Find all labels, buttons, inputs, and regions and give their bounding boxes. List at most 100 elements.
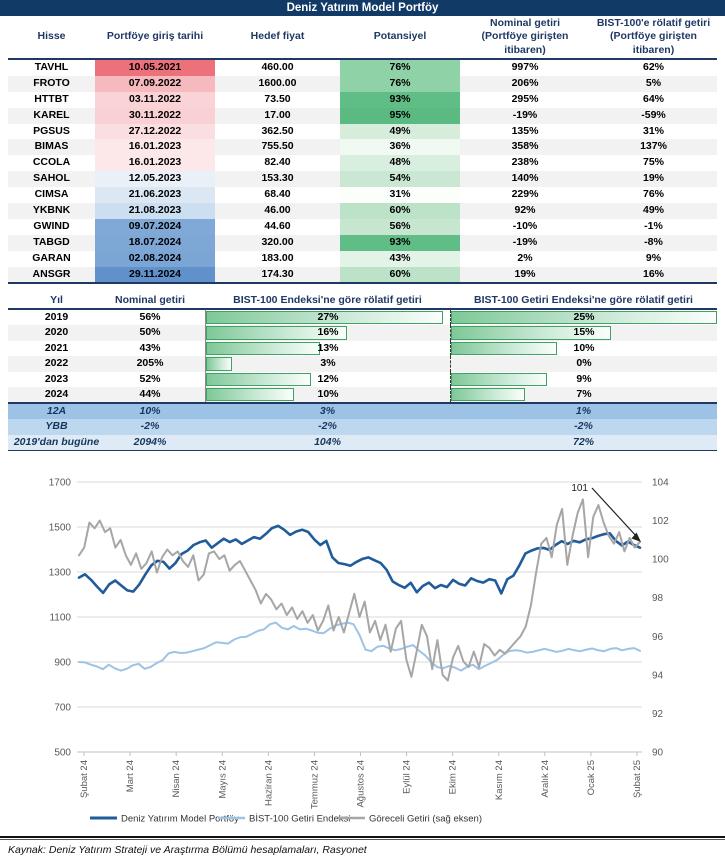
databar-cell-endeks: 27% [205, 310, 450, 326]
cell-nominal-getiri: 997% [460, 60, 590, 76]
cell-yil: 2023 [8, 371, 105, 387]
cell-nominal-getiri: 2% [460, 250, 590, 267]
summary-label: 12A [8, 404, 105, 420]
cell-hedef-fiyat: 755.50 [215, 139, 340, 156]
cell-bist-rolatif: -59% [590, 107, 717, 124]
summary-nominal: 2094% [105, 434, 195, 451]
report-title: Deniz Yatırım Model Portföy [0, 0, 725, 16]
cell-bist-rolatif: 76% [590, 187, 717, 204]
cell-bist-rolatif: -8% [590, 234, 717, 251]
databar-value: 25% [573, 311, 595, 323]
summary-spacer [195, 404, 205, 420]
databar-value: 10% [573, 341, 595, 354]
left-axis-tick-label: 1500 [49, 523, 72, 534]
right-axis-tick-label: 96 [652, 632, 664, 643]
cell-nominal: 52% [105, 371, 195, 387]
summary-endeks: 3% [205, 404, 450, 420]
cell-nominal-getiri: 206% [460, 75, 590, 92]
col-header-yil: Yıl [50, 294, 63, 306]
legend-label-1: BİST-100 Getiri Endeksi [249, 814, 350, 825]
cell-spacer [195, 386, 205, 403]
databar-cell-endeks: 16% [205, 325, 450, 341]
cell-hedef-fiyat: 174.30 [215, 266, 340, 283]
databar-cell-getiri-endeks: 7% [450, 386, 717, 403]
cell-hisse: CIMSA [8, 187, 95, 204]
databar-cell-getiri-endeks: 9% [450, 371, 717, 387]
cell-potansiyel: 36% [340, 139, 460, 156]
right-axis-tick-label: 100 [652, 555, 669, 566]
databar-value: 0% [576, 357, 592, 370]
cell-nominal: 56% [105, 310, 195, 326]
cell-potansiyel: 76% [340, 60, 460, 76]
cell-hisse: GARAN [8, 250, 95, 267]
cell-potansiyel: 60% [340, 203, 460, 219]
annotation-arrowhead [631, 532, 641, 542]
summary-spacer [195, 419, 205, 435]
x-axis-month-label: Temmuz 24 [309, 760, 320, 809]
summary-label: 2019'dan bugüne [8, 434, 105, 451]
cell-potansiyel: 43% [340, 250, 460, 267]
databar-value: 7% [576, 387, 592, 400]
databar-cell-endeks: 3% [205, 356, 450, 372]
cell-bist-rolatif: 19% [590, 171, 717, 188]
right-axis-tick-label: 98 [652, 593, 664, 604]
databar-cell-getiri-endeks: 25% [450, 310, 717, 326]
x-axis-month-label: Kasım 24 [494, 760, 505, 800]
column-header-2: Hedef fiyat [250, 30, 305, 43]
cell-giris-tarihi: 29.11.2024 [95, 266, 215, 283]
cell-potansiyel: 56% [340, 218, 460, 235]
cell-hedef-fiyat: 73.50 [215, 91, 340, 108]
cell-giris-tarihi: 21.08.2023 [95, 203, 215, 219]
cell-hisse: GWIND [8, 218, 95, 235]
footer: Kaynak: Deniz Yatırım Strateji ve Araştı… [0, 836, 725, 856]
cell-nominal: 50% [105, 325, 195, 341]
cell-hisse: CCOLA [8, 155, 95, 172]
databar-value: 15% [573, 326, 595, 339]
x-axis-month-label: Mart 24 [125, 760, 136, 792]
databar-cell-endeks: 13% [205, 340, 450, 357]
cell-nominal-getiri: -19% [460, 107, 590, 124]
column-header-3: Potansiyel [373, 30, 427, 43]
cell-giris-tarihi: 12.05.2023 [95, 171, 215, 188]
cell-giris-tarihi: 07.09.2022 [95, 75, 215, 92]
cell-potansiyel: 54% [340, 171, 460, 188]
left-axis-tick-label: 500 [54, 748, 71, 759]
cell-bist-rolatif: 64% [590, 91, 717, 108]
cell-yil: 2020 [8, 325, 105, 341]
cell-giris-tarihi: 16.01.2023 [95, 155, 215, 172]
cell-spacer [195, 371, 205, 387]
cell-hisse: SAHOL [8, 171, 95, 188]
x-axis-month-label: Aralık 24 [540, 760, 551, 798]
x-axis-month-label: Ekim 24 [448, 760, 459, 794]
cell-hedef-fiyat: 46.00 [215, 203, 340, 219]
x-axis-month-label: Şubat 25 [632, 760, 643, 798]
cell-nominal-getiri: 229% [460, 187, 590, 204]
cell-yil: 2019 [8, 310, 105, 326]
cell-nominal-getiri: 135% [460, 123, 590, 140]
cell-spacer [195, 325, 205, 341]
cell-bist-rolatif: 31% [590, 123, 717, 140]
yearly-returns-summary-rows: 12A 10% 3% 1% YBB -2% -2% -2% 2019'dan bugüne 209… [8, 404, 717, 452]
cell-hedef-fiyat: 362.50 [215, 123, 340, 140]
databar-value: 16% [317, 326, 339, 339]
cell-bist-rolatif: 16% [590, 266, 717, 283]
cell-hisse: ANSGR [8, 266, 95, 283]
cell-hedef-fiyat: 17.00 [215, 107, 340, 124]
x-axis-month-label: Eylül 24 [402, 760, 413, 794]
right-axis-tick-label: 90 [652, 748, 664, 759]
summary-getiri-endeks: 72% [450, 434, 717, 451]
databar-cell-getiri-endeks: 0% [450, 356, 717, 372]
cell-hedef-fiyat: 460.00 [215, 60, 340, 76]
source-note: Kaynak: Deniz Yatırım Strateji ve Araştı… [8, 844, 367, 856]
cell-bist-rolatif: 9% [590, 250, 717, 267]
annotation-label: 101 [571, 483, 588, 494]
portfolio-table-header: Hisse Portföye giriş tarihi Hedef fiyat Pot… [8, 16, 717, 60]
cell-giris-tarihi: 30.11.2022 [95, 107, 215, 124]
cell-hedef-fiyat: 183.00 [215, 250, 340, 267]
cell-bist-rolatif: 137% [590, 139, 717, 156]
series-line-1 [78, 621, 641, 672]
col-header-rolatif-endeks: BIST-100 Endeksi'ne göre rölatif getiri [233, 294, 422, 306]
report-page: Deniz Yatırım Model Portföy Hisse Portföy… [0, 0, 725, 860]
cell-nominal-getiri: 140% [460, 171, 590, 188]
cell-potansiyel: 93% [340, 234, 460, 251]
